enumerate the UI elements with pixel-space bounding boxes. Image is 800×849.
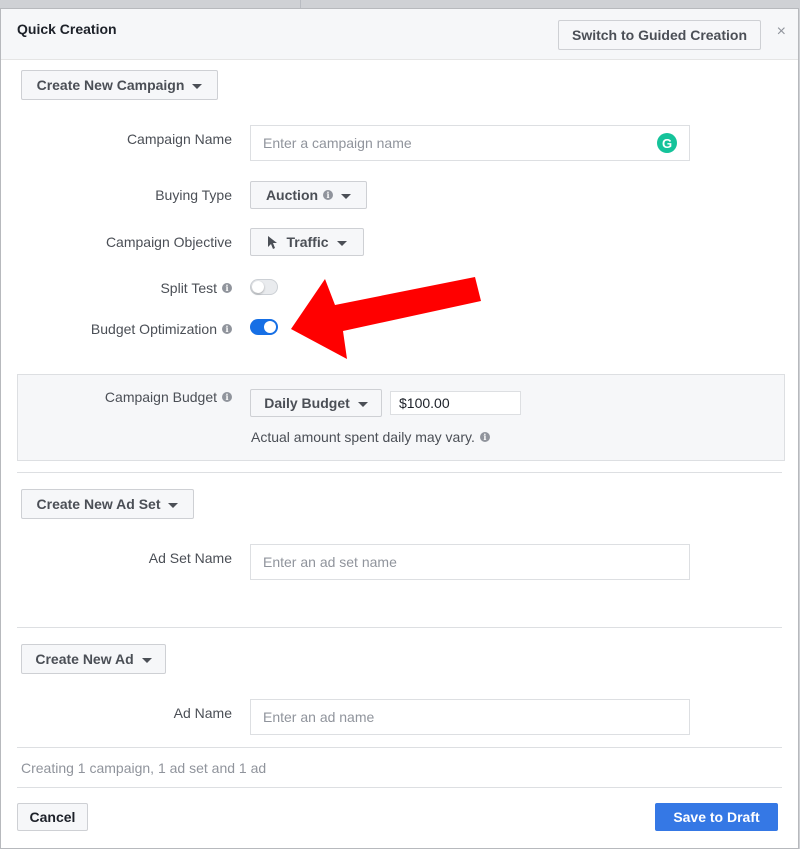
creation-summary: Creating 1 campaign, 1 ad set and 1 ad [21,760,267,776]
create-ad-label: Create New Ad [35,651,134,667]
create-campaign-label: Create New Campaign [36,77,185,93]
campaign-name-label-text: Campaign Name [126,131,232,147]
caret-down-icon [168,502,179,508]
budget-optimization-toggle[interactable] [250,319,278,335]
campaign-name-label: Campaign Name [127,131,232,147]
campaign-name-input[interactable] [250,125,690,161]
buying-type-value: Auction [265,187,319,203]
budget-type-dropdown[interactable]: Daily Budget [250,389,382,417]
campaign-objective-label-text: Campaign Objective [105,234,232,250]
info-icon[interactable]: i [222,392,232,402]
campaign-objective-label: Campaign Objective [106,234,232,250]
dialog-title: Quick Creation [17,21,117,37]
budget-optimization-label: Budget Optimization i [91,321,232,337]
create-new-ad-dropdown[interactable]: Create New Ad [21,644,166,674]
save-label: Save to Draft [673,809,760,825]
save-to-draft-button[interactable]: Save to Draft [655,803,778,831]
info-icon[interactable]: i [222,324,232,334]
grammarly-icon[interactable]: G [657,133,677,153]
budget-note-text: Actual amount spent daily may vary. [251,429,475,445]
budget-amount-input[interactable] [390,391,521,415]
caret-down-icon [141,657,152,663]
toggle-knob [252,281,264,293]
cancel-label: Cancel [29,809,76,825]
split-test-label-text: Split Test [160,280,217,296]
toggle-knob [264,321,276,333]
info-icon[interactable]: i [323,190,334,200]
caret-down-icon [192,83,203,89]
red-arrow [291,277,481,359]
ad-name-input[interactable] [250,699,690,735]
red-arrow-shape [291,277,481,359]
info-icon[interactable]: i [222,283,232,293]
budget-optimization-label-text: Budget Optimization [90,321,217,337]
ad-name-label: Ad Name [174,705,232,721]
ad-set-name-input[interactable] [250,544,690,580]
create-new-ad-set-dropdown[interactable]: Create New Ad Set [21,489,194,519]
section-divider [17,627,782,628]
section-divider [17,472,782,473]
campaign-budget-label: Campaign Budget i [105,389,232,405]
campaign-objective-dropdown[interactable]: Traffic [250,228,364,256]
cursor-icon [268,235,278,249]
caret-down-icon [341,193,352,199]
budget-type-value: Daily Budget [264,395,350,411]
campaign-objective-value: Traffic [286,234,329,250]
caret-down-icon [336,240,347,246]
split-test-toggle[interactable] [250,279,278,295]
split-test-label: Split Test i [160,280,232,296]
switch-to-guided-creation-button[interactable]: Switch to Guided Creation [558,20,761,50]
quick-creation-dialog: Quick Creation Switch to Guided Creation… [0,8,799,849]
footer-divider-bottom [17,787,782,788]
buying-type-label: Buying Type [155,187,232,203]
create-ad-set-label: Create New Ad Set [36,496,161,512]
campaign-budget-panel [17,374,785,461]
backdrop [300,0,301,8]
buying-type-label-text: Buying Type [155,187,232,203]
buying-type-dropdown[interactable]: Auction i [250,181,367,209]
close-icon[interactable]: × [777,23,786,41]
ad-set-name-label: Ad Set Name [149,550,232,566]
cancel-button[interactable]: Cancel [17,803,88,831]
ad-set-name-label-text: Ad Set Name [148,550,232,566]
info-icon[interactable]: i [479,432,490,442]
budget-note: Actual amount spent daily may vary. i [251,429,490,445]
switch-button-label: Switch to Guided Creation [571,27,747,43]
campaign-budget-label-text: Campaign Budget [104,389,217,405]
footer-divider-top [17,747,782,748]
dialog-header: Quick Creation Switch to Guided Creation… [1,9,798,60]
create-new-campaign-dropdown[interactable]: Create New Campaign [21,70,218,100]
ad-name-label-text: Ad Name [173,705,232,721]
caret-down-icon [357,401,368,407]
